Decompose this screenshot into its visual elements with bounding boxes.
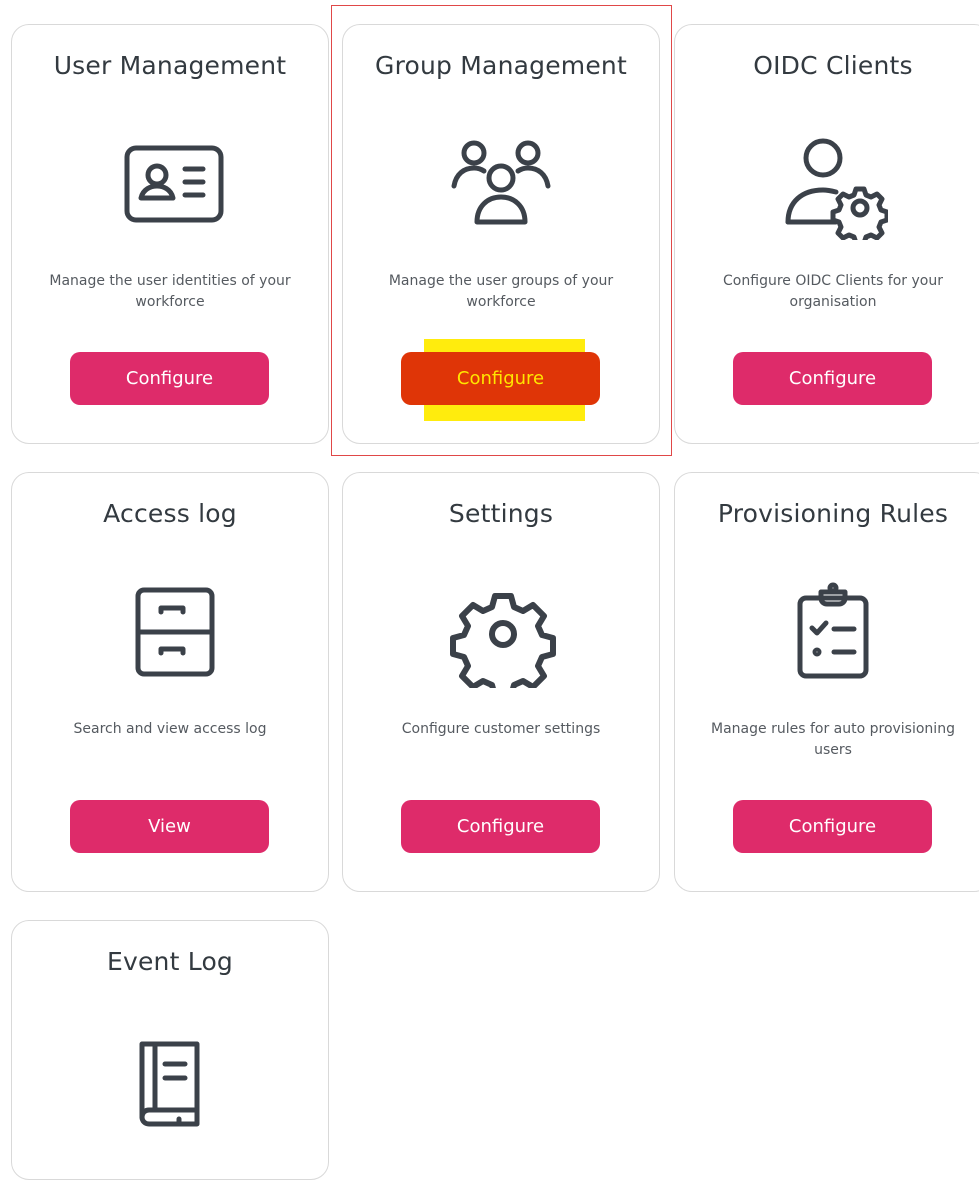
card-oidc-clients: OIDC Clients Configure OIDC Clients for …	[674, 24, 979, 444]
configure-button-oidc-clients[interactable]: Configure	[733, 352, 932, 405]
card-title: Access log	[103, 499, 237, 528]
admin-dashboard: User Management Manage the user identiti…	[0, 0, 979, 1180]
configure-button-group-management[interactable]: Configure	[401, 352, 600, 405]
card-title: Provisioning Rules	[717, 499, 949, 528]
card-access-log: Access log Search and view access log Vi…	[11, 472, 329, 892]
card-group-management: Group Management Manage the user groups …	[342, 24, 660, 444]
card-title: Group Management	[375, 51, 627, 80]
card-title: User Management	[53, 51, 287, 80]
configure-button-settings[interactable]: Configure	[401, 800, 600, 853]
card-description: Manage the user identities of your workf…	[49, 273, 291, 310]
configure-button-provisioning-rules[interactable]: Configure	[733, 800, 932, 853]
card-description: Manage rules for auto provisioning users	[711, 721, 955, 758]
card-user-management: User Management Manage the user identiti…	[11, 24, 329, 444]
clipboard-checklist-icon	[778, 578, 888, 688]
card-description: Manage the user groups of your workforce	[388, 273, 614, 310]
card-description: Search and view access log	[73, 721, 267, 737]
card-provisioning-rules: Provisioning Rules Manage rules for auto…	[674, 472, 979, 892]
card-event-log: Event Log	[11, 920, 329, 1180]
card-title: Event Log	[106, 947, 234, 976]
file-cabinet-icon	[115, 578, 225, 688]
id-card-icon	[115, 130, 225, 240]
user-group-icon	[446, 130, 556, 240]
gear-icon	[446, 578, 556, 688]
card-description: Configure customer settings	[401, 721, 601, 737]
card-title: Settings	[448, 499, 554, 528]
configure-button-user-management[interactable]: Configure	[70, 352, 269, 405]
card-description: Configure OIDC Clients for your organisa…	[723, 273, 943, 310]
view-button-access-log[interactable]: View	[70, 800, 269, 853]
card-title: OIDC Clients	[753, 51, 913, 80]
book-icon	[115, 1026, 225, 1136]
user-gear-icon	[778, 130, 888, 240]
card-settings: Settings Configure customer settings Con…	[342, 472, 660, 892]
